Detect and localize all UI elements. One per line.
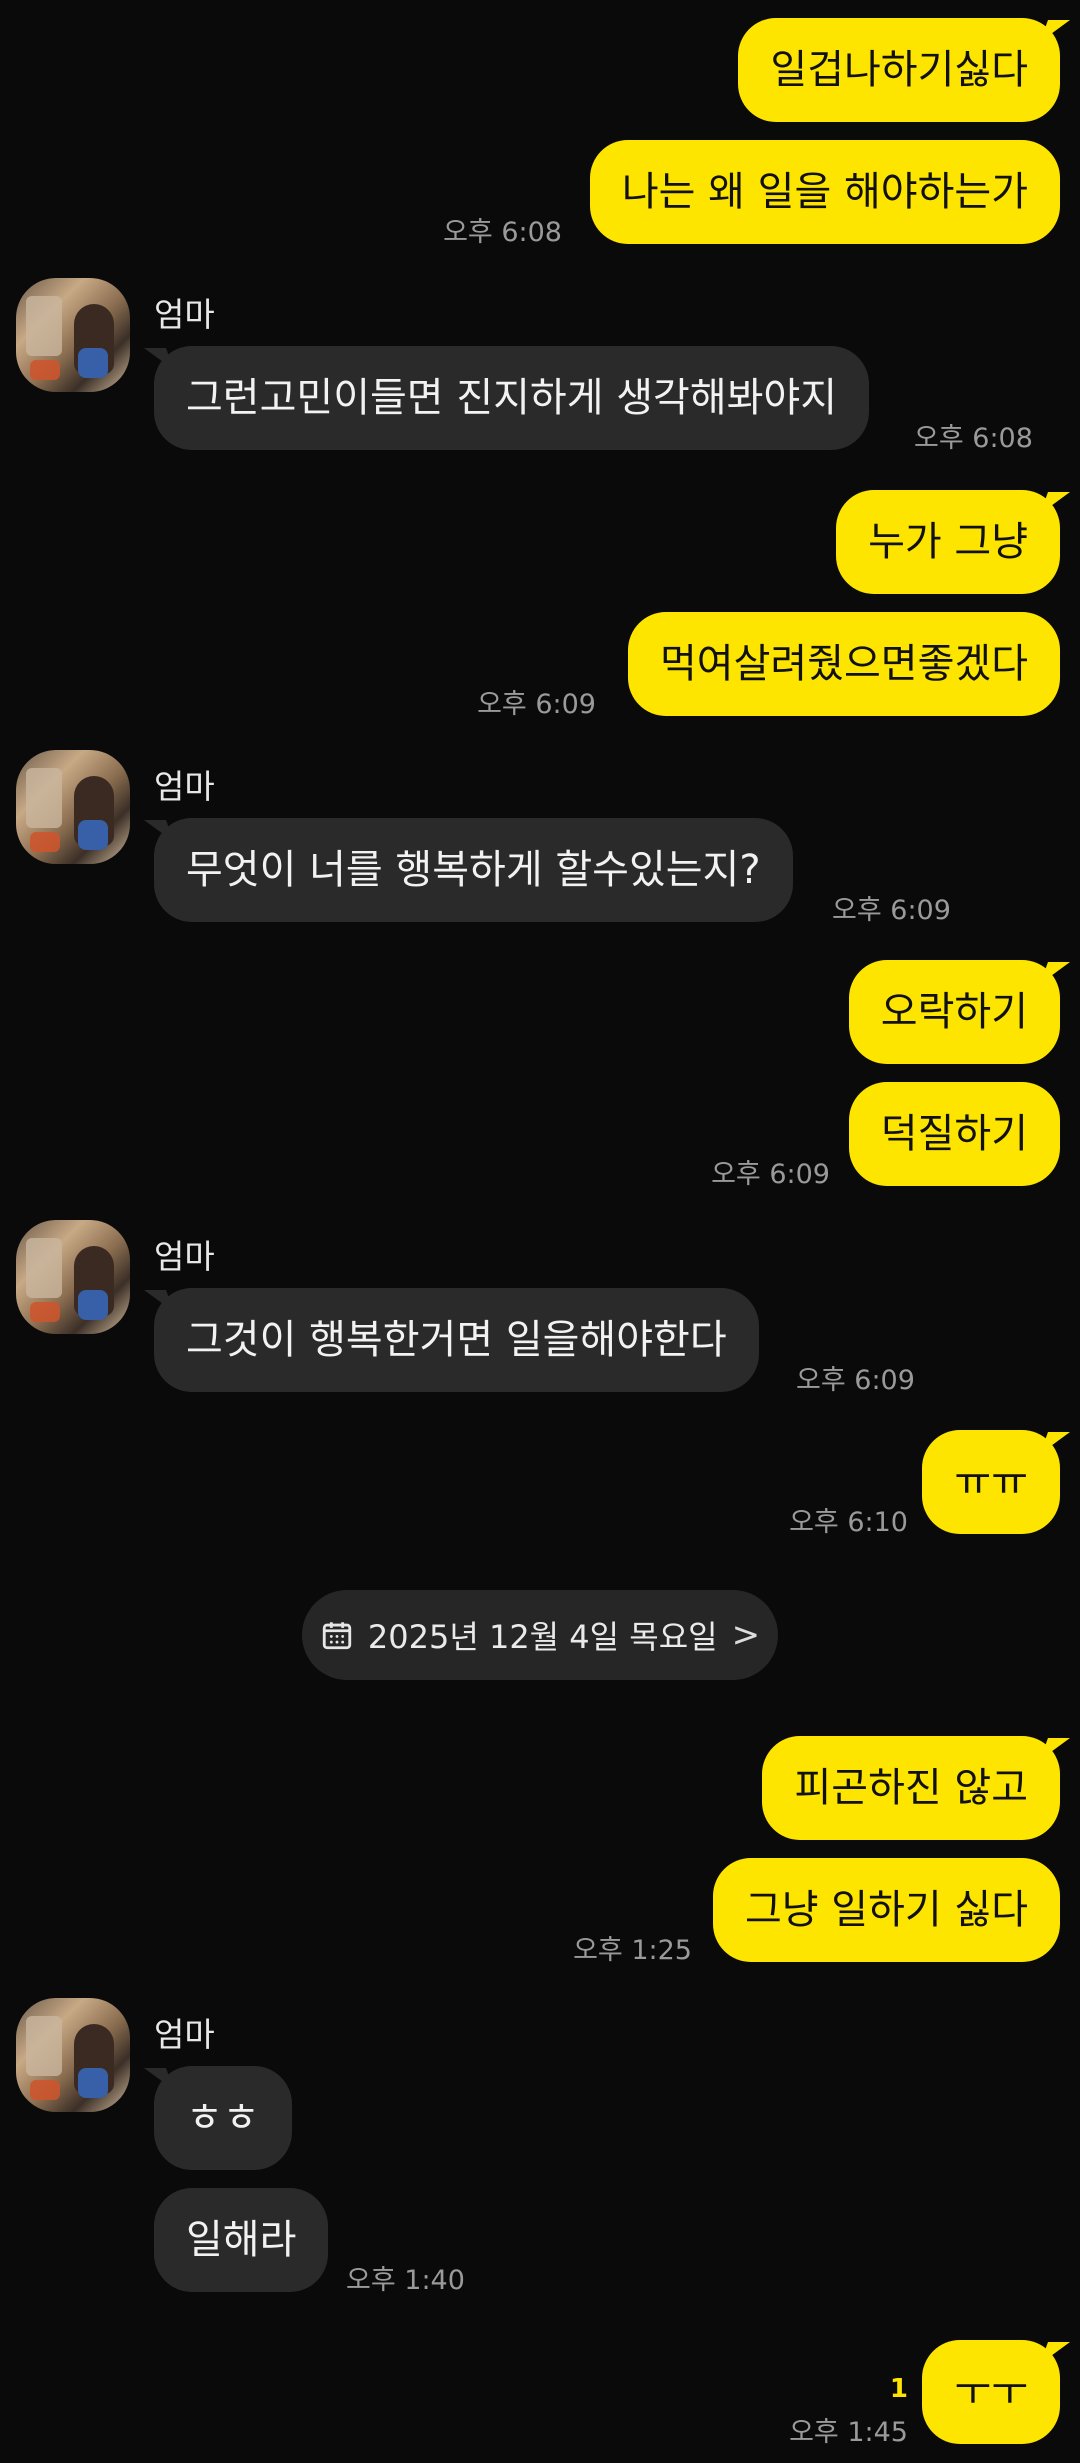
- message-time: 오후 6:10: [789, 1507, 908, 1538]
- message-time: 오후 6:09: [477, 689, 596, 720]
- message-bubble-theirs[interactable]: 일해라: [154, 2188, 329, 2292]
- date-divider-label: 2025년 12월 4일 목요일: [367, 1618, 718, 1656]
- message-bubble-mine[interactable]: 피곤하진 않고: [762, 1736, 1060, 1840]
- message-bubble-mine[interactable]: 덕질하기: [848, 1082, 1060, 1186]
- message-bubble-theirs[interactable]: 그것이 행복한거면 일을해야한다: [154, 1288, 759, 1392]
- unread-count: 1: [889, 2374, 908, 2404]
- message-text: 그것이 행복한거면 일을해야한다: [186, 1317, 727, 1363]
- message-bubble-theirs[interactable]: ㅎㅎ: [154, 2066, 292, 2170]
- contact-avatar[interactable]: [16, 1220, 130, 1334]
- message-text: 그냥 일하기 싫다: [744, 1887, 1028, 1933]
- message-bubble-mine[interactable]: 누가 그냥: [836, 490, 1060, 594]
- message-text: 나는 왜 일을 해야하는가: [621, 169, 1028, 215]
- calendar-icon: [322, 1622, 352, 1650]
- date-divider[interactable]: 2025년 12월 4일 목요일 >: [302, 1590, 778, 1680]
- contact-name: 엄마: [154, 295, 215, 334]
- contact-name: 엄마: [154, 2015, 215, 2054]
- message-bubble-mine[interactable]: ㅜㅜ: [922, 2340, 1060, 2444]
- message-bubble-mine[interactable]: 나는 왜 일을 해야하는가: [589, 140, 1060, 244]
- contact-avatar[interactable]: [16, 278, 130, 392]
- message-text: 무엇이 너를 행복하게 할수있는지?: [186, 847, 761, 893]
- message-text: 누가 그냥: [868, 519, 1028, 565]
- message-time: 오후 6:08: [443, 217, 562, 248]
- message-time: 오후 1:45: [789, 2417, 908, 2448]
- message-bubble-mine[interactable]: 오락하기: [848, 960, 1060, 1064]
- contact-name: 엄마: [154, 1237, 215, 1276]
- message-bubble-mine[interactable]: 그냥 일하기 싫다: [712, 1858, 1060, 1962]
- contact-avatar[interactable]: [16, 750, 130, 864]
- message-text: 덕질하기: [880, 1111, 1028, 1157]
- message-text: 일겁나하기싫다: [770, 47, 1028, 93]
- message-time: 오후 6:09: [711, 1159, 830, 1190]
- contact-avatar[interactable]: [16, 1998, 130, 2112]
- message-bubble-mine[interactable]: ㅠㅠ: [922, 1430, 1060, 1534]
- message-text: 오락하기: [880, 989, 1028, 1035]
- message-text: 일해라: [186, 2217, 297, 2263]
- message-bubble-mine[interactable]: 먹여살려줬으면좋겠다: [628, 612, 1060, 716]
- message-text: 먹여살려줬으면좋겠다: [660, 641, 1028, 687]
- message-text: ㅠㅠ: [954, 1459, 1028, 1505]
- message-bubble-theirs[interactable]: 무엇이 너를 행복하게 할수있는지?: [154, 818, 793, 922]
- message-time: 오후 6:08: [914, 423, 1033, 454]
- message-bubble-theirs[interactable]: 그런고민이들면 진지하게 생각해봐야지: [154, 346, 870, 450]
- message-text: ㅎㅎ: [186, 2095, 260, 2141]
- message-text: 피곤하진 않고: [794, 1765, 1028, 1811]
- message-time: 오후 1:25: [573, 1935, 692, 1966]
- chevron-right-icon: >: [731, 1615, 761, 1655]
- message-time: 오후 6:09: [796, 1365, 915, 1396]
- message-text: 그런고민이들면 진지하게 생각해봐야지: [186, 375, 838, 421]
- message-time: 오후 1:40: [346, 2265, 465, 2296]
- message-text: ㅜㅜ: [954, 2369, 1028, 2415]
- message-bubble-mine[interactable]: 일겁나하기싫다: [738, 18, 1060, 122]
- contact-name: 엄마: [154, 767, 215, 806]
- message-time: 오후 6:09: [832, 895, 951, 926]
